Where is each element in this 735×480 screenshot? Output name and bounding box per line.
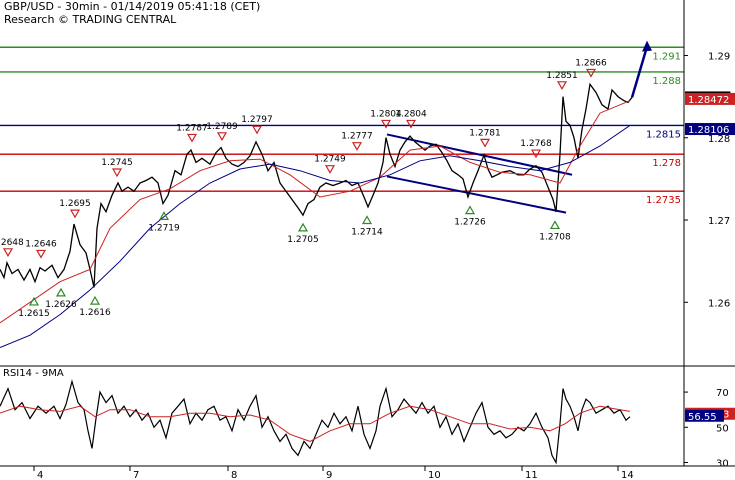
swing-high-label: 1.2777: [341, 132, 373, 142]
level-label: 1.278: [652, 158, 681, 169]
swing-high-label: 1.2787: [176, 123, 208, 133]
swing-high-label: 1.2797: [241, 115, 273, 125]
swing-high-label: 1.2768: [520, 139, 552, 149]
time-tick-label: 7: [133, 470, 139, 480]
swing-low-label: 1.2726: [454, 218, 486, 228]
swing-low-marker: [89, 295, 101, 305]
time-tick-label: 9: [326, 470, 332, 480]
swing-high-marker: [69, 209, 81, 219]
swing-high-marker: [405, 119, 417, 129]
swing-high-marker: [2, 248, 14, 258]
swing-annotations: 1.26481.26461.26951.27451.27871.27891.27…: [0, 58, 607, 319]
swing-high-marker: [351, 142, 363, 151]
price-tick-label: 1.27: [708, 216, 730, 227]
swing-low-marker: [464, 205, 476, 215]
price-tick-label: 1.26: [708, 298, 730, 309]
price-tag-text: 1.28106: [688, 125, 729, 136]
rsi-line: [0, 379, 631, 465]
level-label: 1.288: [652, 76, 681, 87]
swing-high-marker: [251, 125, 263, 135]
level-label: 1.2735: [646, 195, 681, 206]
swing-high-marker: [186, 133, 198, 143]
level-label: 1.291: [652, 51, 681, 62]
swing-low-marker: [361, 215, 373, 225]
swing-high-marker: [35, 249, 47, 259]
swing-low-label: 1.2708: [539, 232, 571, 242]
price-tag-text: 1.28472: [688, 95, 729, 106]
swing-high-marker: [216, 132, 228, 142]
swing-high-label: 1.2745: [101, 158, 133, 168]
swing-low-label: 1.2616: [79, 308, 111, 318]
swing-high-label: 1.2695: [59, 199, 91, 209]
price-tick-label: 1.29: [708, 51, 730, 62]
swing-high-marker: [556, 81, 568, 91]
swing-high-marker: [324, 165, 336, 174]
chart-canvas: 1.2911.2881.28151.2781.2735 1.26481.2646…: [0, 0, 735, 480]
swing-high-label: 1.2804: [395, 109, 427, 119]
rsi-tick-label: 50: [716, 423, 729, 434]
forecast-arrow-head: [642, 40, 652, 52]
swing-low-marker: [158, 211, 170, 220]
time-tick-label: 11: [525, 470, 538, 480]
time-tick-label: 4: [37, 470, 43, 480]
swing-high-marker: [585, 68, 597, 78]
price-line: [0, 82, 633, 288]
swing-low-label: 1.2719: [148, 223, 180, 233]
swing-high-label: 1.2781: [469, 128, 501, 138]
swing-high-label: 1.2866: [575, 58, 607, 68]
moving-average-line: [0, 100, 631, 324]
swing-low-label: 1.2615: [18, 309, 50, 319]
rsi-tick-label: 70: [716, 388, 729, 399]
swing-high-label: 1.2789: [206, 122, 238, 132]
swing-low-label: 1.2626: [45, 300, 77, 310]
time-tick-label: 10: [428, 470, 441, 480]
swing-low-marker: [55, 287, 67, 297]
swing-high-marker: [380, 119, 392, 129]
swing-high-marker: [479, 138, 491, 148]
swing-high-label: 1.2851: [546, 71, 578, 81]
level-label: 1.2815: [646, 129, 681, 140]
swing-high-marker: [111, 168, 123, 178]
swing-high-label: 1.2648: [0, 238, 24, 248]
channel-line: [386, 175, 567, 214]
time-tick-label: 8: [231, 470, 237, 480]
swing-high-label: 1.2646: [25, 239, 57, 249]
rsi-tick-label: 30: [716, 458, 729, 469]
swing-low-label: 1.2714: [351, 228, 383, 238]
swing-low-marker: [297, 222, 309, 232]
swing-low-label: 1.2705: [287, 235, 319, 245]
swing-high-label: 1.2749: [314, 155, 346, 165]
price-tag-text: 56.55: [688, 412, 717, 423]
swing-low-marker: [549, 220, 561, 230]
time-tick-label: 14: [621, 470, 634, 480]
rsi-series: [0, 379, 631, 465]
